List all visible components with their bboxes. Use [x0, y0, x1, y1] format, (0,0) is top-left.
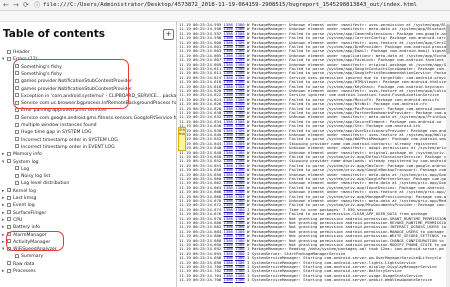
- toc-item[interactable]: multiple window instances found: [10, 122, 97, 129]
- info-icon[interactable]: ⓘ: [34, 1, 40, 10]
- toc-item[interactable]: ▸ SurfaceFlinger: [2, 210, 46, 217]
- toc-item[interactable]: ▸ Event log: [2, 202, 35, 209]
- toc-item[interactable]: ▸ Last kmsg: [2, 195, 36, 202]
- forward-icon[interactable]: →: [13, 1, 19, 10]
- bookmarks-bar: 应用iwingtechQualcommMTKSRAWIKI工具AndroidLi…: [0, 11, 450, 22]
- log-panel: 11-19 06:25:24.595 1386 1386 W PackageMa…: [177, 22, 450, 287]
- node-icon: [7, 151, 11, 156]
- toc-item-label: Noisy log list: [21, 174, 51, 180]
- back-icon[interactable]: ←: [3, 1, 9, 10]
- url-text: C:/Users/Administrator/Desktop/4573872_2…: [69, 2, 417, 8]
- toc-item-label: Last kmsg: [13, 196, 37, 201]
- toc-item-label: CPU: [13, 217, 23, 223]
- address-bar: ← → ⟳ ⓘ file:///C:/Users/Administrator/D…: [0, 0, 450, 11]
- toc-toggle-button[interactable]: +: [163, 29, 174, 40]
- node-icon: [7, 268, 11, 273]
- log-line: 11-19 06:25:24.706 1386 1386 I SystemSer…: [179, 277, 432, 283]
- toc-item[interactable]: ▸ Memory info: [2, 151, 42, 158]
- toc-item-label: multiple window instances found: [21, 123, 97, 128]
- toc-item[interactable]: Noisy log list: [10, 173, 50, 180]
- toc-title: Table of contents: [3, 28, 106, 40]
- node-icon: [7, 210, 11, 215]
- toc-item[interactable]: Huge time gap in SYSTEM LOG: [10, 129, 92, 136]
- toc-item-label: Raw data: [13, 261, 35, 267]
- toc-item[interactable]: ▾ System log: [2, 159, 39, 166]
- node-icon: [15, 180, 19, 185]
- toc-item-label: Log level distribution: [21, 181, 70, 187]
- toc-item-label: Kernel log: [13, 188, 36, 194]
- log-pid-link[interactable]: 1386: [224, 277, 233, 282]
- toc-item[interactable]: ▸ Kernel log: [2, 188, 36, 195]
- toc-item-label: Incorrect timestamp order in EVENT LOG: [21, 144, 115, 150]
- toc-item-label: Battery info: [13, 225, 41, 231]
- node-icon: [15, 253, 19, 258]
- toc-item[interactable]: Incorrect timestamp order in SYSTEM LOG: [10, 137, 118, 144]
- toc-item[interactable]: Raw data: [2, 261, 34, 268]
- node-icon: [7, 49, 11, 54]
- node-icon: [15, 166, 19, 171]
- toc-item-label: System log: [13, 159, 39, 165]
- fishy-tooltip: Sth fishy: [178, 127, 186, 151]
- toc-item-label: Incorrect timestamp order in SYSTEM LOG: [21, 137, 118, 143]
- toc-item[interactable]: Log: [10, 166, 29, 173]
- toc-item[interactable]: ▸ Processes: [2, 268, 36, 275]
- node-icon: [7, 217, 11, 222]
- toc-item-label: Memory info: [13, 152, 42, 158]
- toc-item[interactable]: ▸ CPU: [2, 217, 22, 224]
- log-tid-link[interactable]: 1386: [235, 277, 244, 282]
- toc-item-label: Service com.google.android.gms.fitness.s…: [21, 115, 177, 121]
- log-message: I SystemServiceManager: Starting com.and…: [246, 277, 432, 283]
- log-timestamp: 11-19 06:25:24.706: [179, 277, 222, 283]
- scrollbar[interactable]: [446, 22, 450, 287]
- toc-item-label: Huge time gap in SYSTEM LOG: [21, 130, 92, 136]
- node-icon: [15, 115, 19, 120]
- toc-item[interactable]: Service com.google.android.gms.fitness.s…: [10, 115, 177, 122]
- node-icon: [7, 202, 11, 207]
- scrollbar-thumb[interactable]: [446, 24, 450, 54]
- toc-item[interactable]: Header: [2, 49, 30, 56]
- node-icon: [7, 159, 11, 163]
- node-icon: [15, 122, 19, 127]
- toc-item[interactable]: Incorrect timestamp order in EVENT LOG: [10, 144, 115, 151]
- toc-item-label: Error parsing approved print services: [21, 108, 107, 114]
- toc-panel: Table of contents + Header ▾ Errors (12) So…: [0, 22, 177, 287]
- node-icon: [15, 173, 19, 178]
- toc-item-label: SurfaceFlinger: [13, 210, 47, 216]
- node-icon: [15, 137, 19, 142]
- toc-item[interactable]: Log level distribution: [10, 180, 69, 187]
- toc-item-label: Header: [13, 50, 30, 55]
- toc-item-label: Log: [21, 166, 30, 172]
- node-icon: [7, 188, 11, 193]
- node-icon: [7, 224, 11, 229]
- url-field[interactable]: file:///C:/Users/Administrator/Desktop/4…: [43, 1, 417, 10]
- reload-icon[interactable]: ⟳: [23, 1, 29, 10]
- highlight-oval-wifi: [6, 231, 64, 251]
- node-icon: [7, 261, 11, 266]
- node-icon: [15, 144, 19, 149]
- url-prefix: file:///: [43, 2, 70, 8]
- toc-item-label: Event log: [13, 203, 35, 209]
- node-icon: [7, 56, 11, 61]
- toc-item-label: Summary: [21, 254, 44, 260]
- highlight-oval-errors: [13, 59, 129, 109]
- toc-item[interactable]: Summary: [10, 253, 43, 260]
- node-icon: [7, 195, 11, 200]
- toc-item-label: Processes: [13, 269, 36, 274]
- node-icon: [15, 129, 19, 134]
